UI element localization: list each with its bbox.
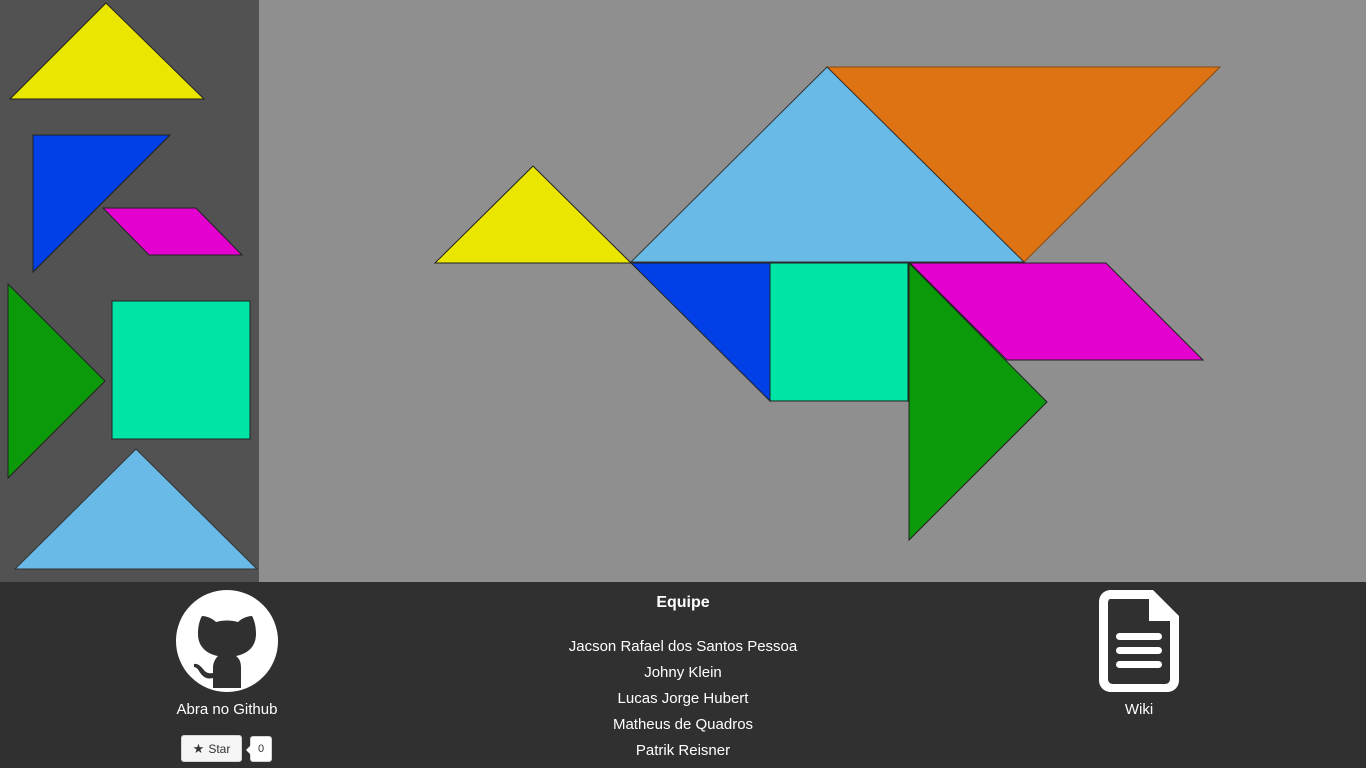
piece-tray bbox=[0, 0, 259, 582]
piece-tray-canvas bbox=[7, 2, 259, 570]
tangram-board-canvas bbox=[433, 66, 1222, 542]
tray-large-green-triangle[interactable] bbox=[7, 282, 106, 480]
tray-magenta-parallelogram[interactable] bbox=[101, 207, 244, 256]
wiki-link[interactable]: Wiki bbox=[1089, 701, 1189, 718]
github-logo-icon[interactable] bbox=[176, 590, 278, 692]
team-member: Matheus de Quadros bbox=[612, 716, 754, 733]
star-button-label: Star bbox=[208, 741, 231, 756]
team-title: Equipe bbox=[656, 594, 710, 611]
star-count[interactable]: 0 bbox=[246, 736, 272, 762]
team-member: Patrik Reisner bbox=[635, 742, 731, 759]
github-link[interactable]: Abra no Github bbox=[150, 701, 304, 718]
document-icon[interactable] bbox=[1099, 590, 1179, 692]
team-member: Lucas Jorge Hubert bbox=[617, 690, 749, 707]
star-icon: ★ bbox=[192, 741, 205, 756]
tray-small-yellow-triangle[interactable] bbox=[8, 2, 206, 100]
team-member: Johny Klein bbox=[644, 664, 722, 681]
team-list: Jacson Rafael dos Santos Pessoa Johny Kl… bbox=[483, 634, 883, 764]
github-star-button[interactable]: ★ Star bbox=[181, 735, 242, 762]
team-member: Jacson Rafael dos Santos Pessoa bbox=[568, 638, 798, 655]
board-yellow-triangle[interactable] bbox=[433, 165, 633, 264]
board-blue-triangle[interactable] bbox=[629, 262, 771, 403]
tray-large-light-blue-triangle[interactable] bbox=[13, 448, 259, 570]
tangram-board[interactable] bbox=[259, 0, 1366, 582]
board-teal-square[interactable] bbox=[769, 262, 909, 402]
tray-teal-square[interactable] bbox=[111, 300, 251, 440]
